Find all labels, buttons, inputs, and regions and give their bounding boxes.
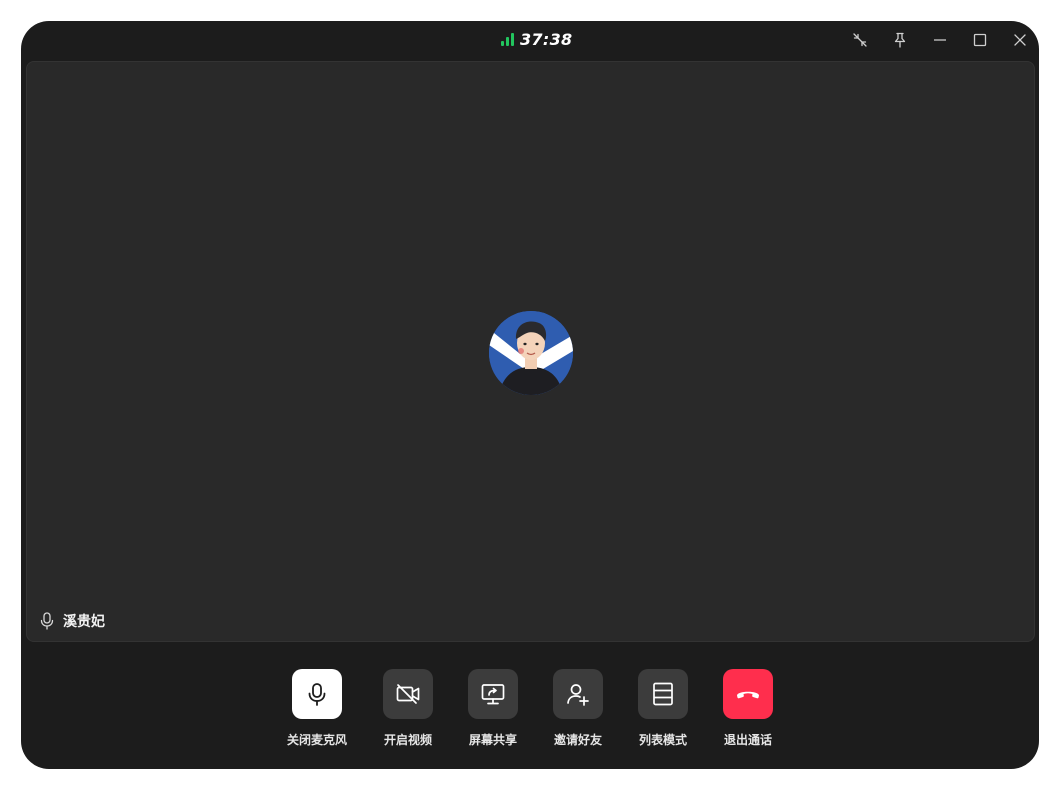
screen-share-control: 屏幕共享 [458,669,528,748]
maximize-icon [973,33,987,47]
microphone-icon [308,683,326,706]
hang-up-label: 退出通话 [723,733,772,747]
hang-up-icon [737,691,759,699]
minimize-icon [934,39,946,41]
screen-share-label: 屏幕共享 [468,733,517,747]
call-controls: 关闭麦克风 开启视频 屏幕共享 邀请好友 列表模式 退出通话 [21,669,1039,749]
collapse-icon [853,33,867,47]
close-icon [1014,34,1026,46]
signal-icon [501,32,514,46]
invite-friend-label: 邀请好友 [553,733,602,747]
pin-button[interactable] [889,30,911,50]
video-control: 开启视频 [373,669,443,748]
mute-mic-control: 关闭麦克风 [282,669,352,748]
video-toggle-label: 开启视频 [383,733,432,747]
list-mode-label: 列表模式 [638,733,687,747]
list-layout-icon [653,682,673,706]
call-duration: 37:38 [520,29,573,49]
call-timer: 37:38 [501,27,572,51]
speaker-label: 溪贵妃 [39,611,105,631]
microphone-icon [40,612,54,630]
avatar-image [489,311,573,395]
invite-user-icon [567,684,589,706]
title-bar: 37:38 [21,21,1039,59]
mute-mic-button[interactable] [292,669,342,719]
hang-up-control: 退出通话 [713,669,783,748]
list-mode-button[interactable] [638,669,688,719]
avatar[interactable] [489,311,573,395]
close-button[interactable] [1009,30,1031,50]
mute-mic-label: 关闭麦克风 [286,733,347,747]
pin-icon [894,32,906,48]
hang-up-button[interactable] [723,669,773,719]
speaker-name: 溪贵妃 [63,614,105,630]
minimize-button[interactable] [929,30,951,50]
video-toggle-button[interactable] [383,669,433,719]
collapse-button[interactable] [849,30,871,50]
invite-control: 邀请好友 [543,669,613,748]
screen-share-icon [481,684,505,705]
maximize-button[interactable] [969,30,991,50]
list-mode-control: 列表模式 [628,669,698,748]
call-window: 37:38 溪贵妃 关闭麦克风 开启视频 屏幕共享 邀请好友 列表模式 退出通话 [21,21,1039,769]
video-off-icon [396,684,420,704]
video-stage: 溪贵妃 [26,61,1035,642]
screen-share-button[interactable] [468,669,518,719]
invite-friend-button[interactable] [553,669,603,719]
